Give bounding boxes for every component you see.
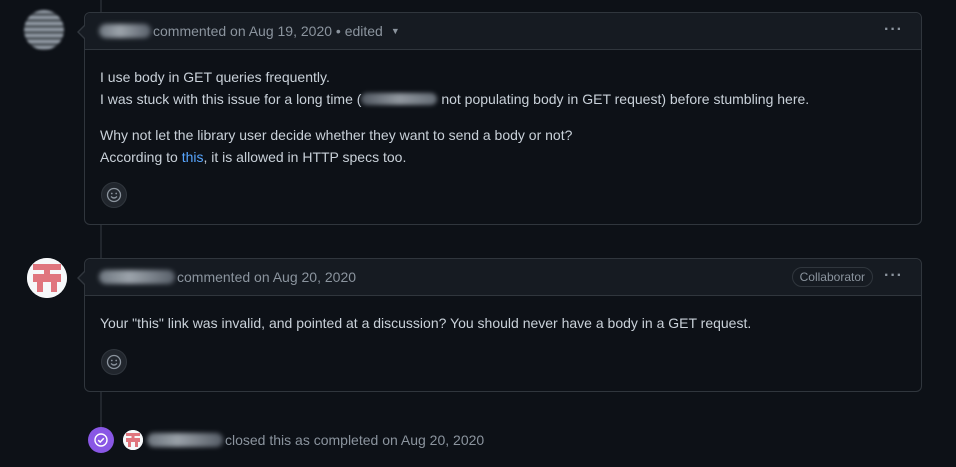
collaborator-badge: Collaborator [791, 267, 873, 287]
smiley-icon [106, 354, 122, 370]
smiley-icon [106, 187, 122, 203]
identicon-icon [27, 258, 67, 298]
comment-text: Why not let the library user decide whet… [100, 127, 573, 143]
comment-header: commented on Aug 19, 2020 • edited ▼ ··· [85, 13, 921, 50]
comment-text: Your "this" link was invalid, and pointe… [100, 315, 752, 331]
avatar[interactable] [27, 258, 67, 298]
comment-text: I was stuck with this issue for a long t… [100, 91, 362, 107]
closed-event: closed this as completed on Aug 20, 2020 [88, 427, 484, 453]
comment-text: , it is allowed in HTTP specs too. [203, 149, 407, 165]
comment-meta[interactable]: commented on Aug 20, 2020 [177, 269, 356, 285]
comment-body: I use body in GET queries frequently. I … [85, 50, 921, 198]
comment-text: not populating body in GET request) befo… [437, 91, 810, 107]
kebab-menu-icon[interactable]: ··· [884, 267, 903, 285]
author-name[interactable] [99, 24, 151, 38]
comment-card: commented on Aug 19, 2020 • edited ▼ ···… [77, 12, 922, 225]
comment-header: commented on Aug 20, 2020 Collaborator ·… [85, 259, 921, 296]
caret-down-icon[interactable]: ▼ [391, 26, 400, 36]
identicon-icon [123, 430, 143, 450]
closed-badge [88, 427, 114, 453]
avatar[interactable] [123, 430, 143, 450]
this-link[interactable]: this [182, 149, 204, 165]
check-circle-icon [94, 433, 108, 447]
add-reaction-button[interactable] [101, 349, 127, 375]
timeline-line [100, 0, 102, 12]
comment-text: According to [100, 149, 182, 165]
author-name[interactable] [147, 433, 223, 447]
comment-card: commented on Aug 20, 2020 Collaborator ·… [77, 258, 922, 392]
kebab-menu-icon[interactable]: ··· [884, 21, 903, 39]
comment-body: Your "this" link was invalid, and pointe… [85, 296, 921, 364]
avatar[interactable] [24, 10, 64, 50]
author-name[interactable] [99, 270, 175, 284]
comment-text: I use body in GET queries frequently. [100, 69, 330, 85]
event-text: closed this as completed on Aug 20, 2020 [225, 432, 485, 448]
redacted-text [361, 93, 438, 105]
add-reaction-button[interactable] [101, 182, 127, 208]
comment-meta[interactable]: commented on Aug 19, 2020 • edited [153, 23, 383, 39]
